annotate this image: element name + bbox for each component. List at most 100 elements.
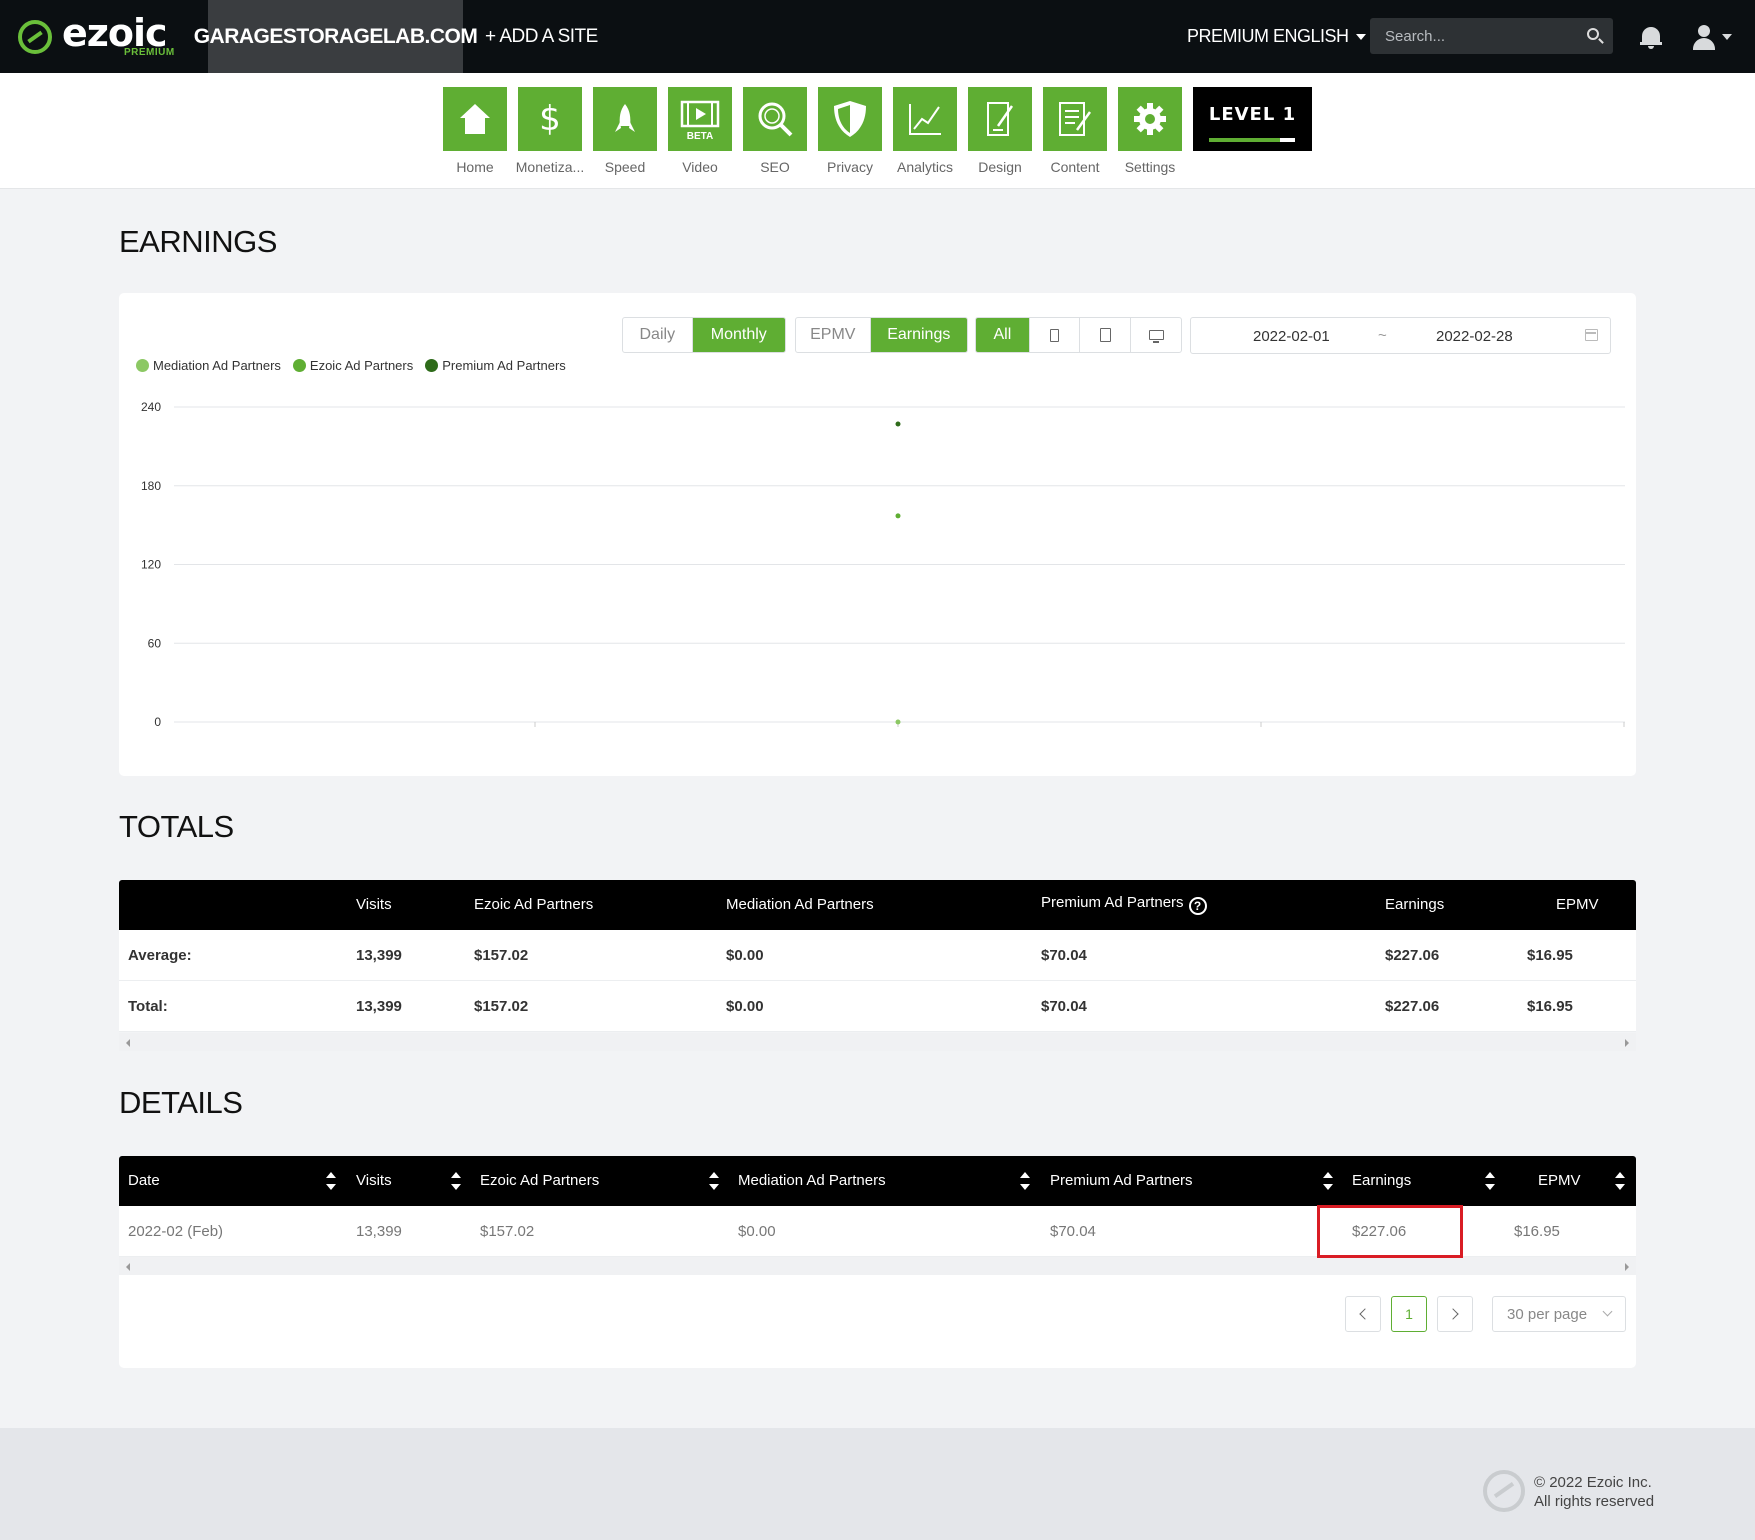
y-tick-label: 240	[141, 400, 161, 414]
nav-home[interactable]: Home	[443, 87, 507, 175]
details-header-premium[interactable]: Premium Ad Partners	[1050, 1172, 1193, 1189]
horizontal-scrollbar[interactable]	[119, 1257, 1636, 1275]
scroll-right-icon[interactable]	[1625, 1039, 1629, 1047]
earnings-button[interactable]: Earnings	[870, 318, 967, 352]
bell-icon[interactable]	[1640, 25, 1662, 49]
details-header-visits[interactable]: Visits	[356, 1172, 392, 1189]
details-title: DETAILS	[119, 1085, 243, 1120]
beta-badge: BETA	[686, 131, 714, 142]
nav-label: Video	[682, 159, 718, 175]
level-badge[interactable]: LEVEL 1	[1193, 87, 1312, 151]
chevron-left-icon	[1359, 1308, 1371, 1320]
totals-header-mediation: Mediation Ad Partners	[726, 896, 874, 913]
mobile-button[interactable]	[1030, 318, 1081, 352]
sort-icon[interactable]	[1323, 1172, 1333, 1192]
home-icon	[443, 87, 507, 151]
details-header-date[interactable]: Date	[128, 1172, 160, 1189]
epmv-button[interactable]: EPMV	[796, 318, 871, 352]
totals-header-epmv: EPMV	[1556, 896, 1599, 913]
language-label: ENGLISH	[1273, 26, 1349, 46]
per-page-select[interactable]: 30 per page	[1492, 1296, 1626, 1332]
details-header-mediation[interactable]: Mediation Ad Partners	[738, 1172, 886, 1189]
sort-icon[interactable]	[451, 1172, 461, 1192]
add-site-link[interactable]: + ADD A SITE	[485, 0, 598, 73]
sort-icon[interactable]	[1485, 1172, 1495, 1192]
details-header-epmv[interactable]: EPMV	[1538, 1172, 1581, 1189]
legend-label: Premium Ad Partners	[442, 358, 566, 373]
sort-icon[interactable]	[1615, 1172, 1625, 1192]
totals-header-earnings: Earnings	[1385, 896, 1445, 913]
user-menu[interactable]	[1692, 25, 1732, 51]
prev-page-button[interactable]	[1345, 1296, 1381, 1332]
calendar-icon	[1585, 329, 1598, 341]
scroll-right-icon[interactable]	[1625, 1263, 1629, 1271]
nav-label: Content	[1050, 159, 1100, 175]
phone-icon	[1050, 328, 1060, 342]
legend-item-mediation[interactable]: Mediation Ad Partners	[136, 358, 281, 373]
page-button-current[interactable]: 1	[1391, 1296, 1427, 1332]
language-dropdown[interactable]: ENGLISH	[1273, 0, 1366, 73]
nav-seo[interactable]: SEO	[743, 87, 807, 175]
nav-label: Speed	[604, 159, 646, 175]
nav-settings[interactable]: Settings	[1118, 87, 1182, 175]
monthly-button[interactable]: Monthly	[692, 318, 785, 352]
legend-swatch	[292, 359, 306, 372]
premium-cell: $70.04	[1041, 998, 1087, 1015]
nav-label: Privacy	[827, 159, 873, 175]
nav-analytics[interactable]: Analytics	[893, 87, 957, 175]
date-range-picker[interactable]: 2022-02-01 ~ 2022-02-28	[1190, 317, 1611, 354]
nav-video[interactable]: BETA Video	[668, 87, 732, 175]
tablet-button[interactable]	[1080, 318, 1132, 352]
earnings-highlight-box	[1317, 1205, 1463, 1258]
totals-header-premium-label: Premium Ad Partners	[1041, 894, 1184, 911]
sort-icon[interactable]	[709, 1172, 719, 1192]
scroll-left-icon[interactable]	[126, 1039, 130, 1047]
sort-icon[interactable]	[1020, 1172, 1030, 1192]
details-header-row: Date Visits Ezoic Ad Partners Mediation …	[119, 1156, 1636, 1206]
search-input[interactable]	[1370, 27, 1570, 45]
help-icon[interactable]: ?	[1188, 897, 1207, 915]
legend-item-premium[interactable]: Premium Ad Partners	[425, 358, 566, 373]
mediation-cell: $0.00	[726, 947, 764, 964]
premium-link[interactable]: PREMIUM	[1187, 0, 1269, 73]
all-devices-button[interactable]: All	[976, 318, 1030, 352]
ezoic-cell: $157.02	[474, 947, 529, 964]
footer-text: © 2022 Ezoic Inc. All rights reserved	[1534, 1473, 1654, 1511]
totals-header-visits: Visits	[356, 896, 392, 913]
earnings-cell: $227.06	[1385, 998, 1440, 1015]
nav-privacy[interactable]: Privacy	[818, 87, 882, 175]
nav-design[interactable]: Design	[968, 87, 1032, 175]
desktop-button[interactable]	[1131, 318, 1181, 352]
legend-swatch	[425, 359, 439, 372]
nav-speed[interactable]: Speed	[593, 87, 657, 175]
mediation-cell: $0.00	[726, 998, 764, 1015]
shield-icon	[818, 87, 882, 151]
scroll-left-icon[interactable]	[126, 1263, 130, 1271]
nav-label: Monetiza...	[515, 159, 585, 175]
chevron-down-icon	[1602, 1306, 1613, 1317]
sort-icon[interactable]	[326, 1172, 336, 1192]
details-header-ezoic[interactable]: Ezoic Ad Partners	[480, 1172, 599, 1189]
site-selector[interactable]: GARAGESTORAGELAB.COM	[194, 0, 478, 73]
table-row: Total: 13,399 $157.02 $0.00 $70.04 $227.…	[119, 981, 1636, 1032]
brand-name: ezoic	[62, 10, 168, 55]
date-separator: ~	[1378, 327, 1387, 344]
nav-content[interactable]: Content	[1043, 87, 1107, 175]
search-box	[1370, 18, 1613, 54]
desktop-icon	[1148, 330, 1164, 343]
totals-header-row: Visits Ezoic Ad Partners Mediation Ad Pa…	[119, 880, 1636, 930]
horizontal-scrollbar[interactable]	[119, 1033, 1636, 1051]
next-page-button[interactable]	[1437, 1296, 1473, 1332]
search-icon[interactable]	[1587, 28, 1599, 40]
daily-button[interactable]: Daily	[623, 318, 693, 352]
line-chart-icon	[893, 87, 957, 151]
date-from: 2022-02-01	[1253, 328, 1330, 345]
nav-monetization[interactable]: $ Monetiza...	[516, 87, 584, 175]
legend-item-ezoic[interactable]: Ezoic Ad Partners	[292, 358, 413, 373]
details-header-earnings[interactable]: Earnings	[1352, 1172, 1411, 1189]
ezoic-logo[interactable]: ezoic PREMIUM	[0, 0, 208, 73]
period-toggle: Daily Monthly	[622, 317, 786, 353]
earnings-cell: $227.06	[1385, 947, 1440, 964]
earnings-title: EARNINGS	[119, 224, 277, 259]
ezoic-footer-logo-icon	[1483, 1470, 1525, 1512]
